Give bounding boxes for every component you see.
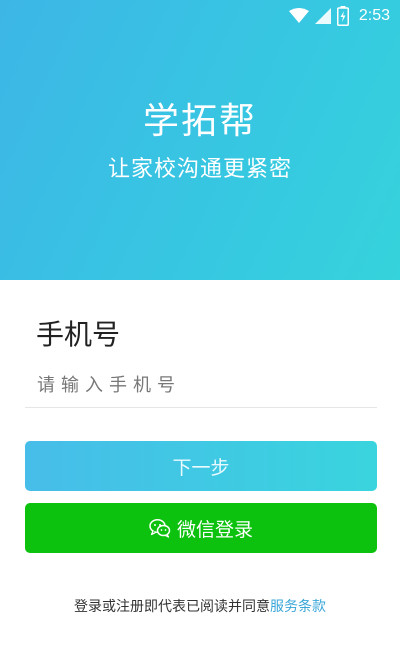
- status-icons: 2:53: [288, 6, 390, 26]
- next-button[interactable]: 下一步: [25, 441, 377, 491]
- wechat-login-button[interactable]: 微信登录: [25, 503, 377, 553]
- signal-icon: [314, 8, 331, 24]
- wifi-icon: [288, 8, 309, 24]
- battery-icon: [336, 6, 349, 26]
- status-bar: 2:53: [0, 0, 400, 32]
- phone-label: 手机号: [36, 318, 121, 351]
- wechat-icon: [149, 518, 171, 538]
- agreement-text: 登录或注册即代表已阅读并同意服务条款: [0, 597, 400, 617]
- app-title: 学拓帮: [142, 101, 257, 142]
- header-banner: 2:53 学拓帮 让家校沟通更紧密: [0, 0, 400, 280]
- next-button-label: 下一步: [172, 456, 230, 479]
- status-time: 2:53: [358, 7, 390, 24]
- agreement-prefix: 登录或注册即代表已阅读并同意: [74, 599, 270, 615]
- app-slogan: 让家校沟通更紧密: [107, 157, 292, 182]
- terms-of-service-link[interactable]: 服务条款: [270, 599, 326, 615]
- wechat-button-label: 微信登录: [176, 518, 253, 541]
- phone-input[interactable]: [25, 364, 377, 408]
